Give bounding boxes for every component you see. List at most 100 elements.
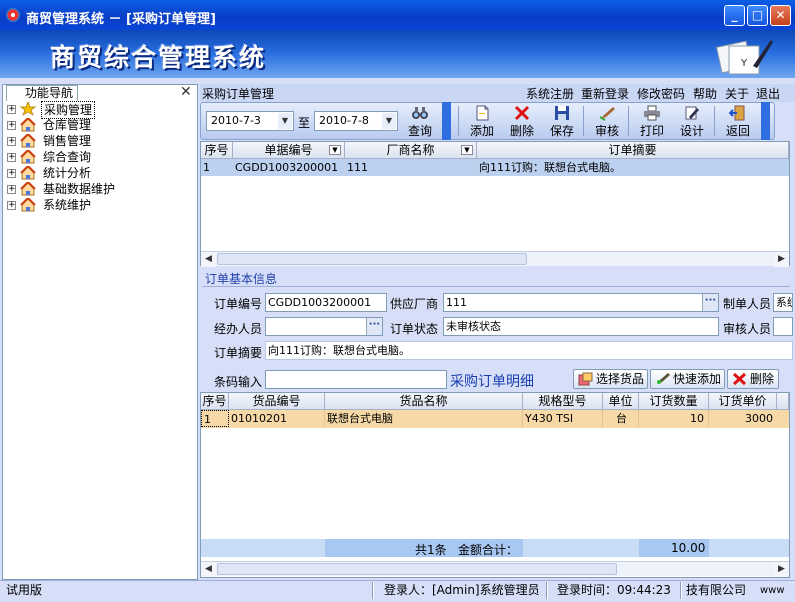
cell-name: 联想台式电脑 [325, 410, 523, 427]
add-label: 添加 [469, 124, 494, 138]
back-button[interactable]: 返回 [718, 104, 758, 138]
handler-field[interactable]: ··· [265, 317, 383, 336]
date-to-select[interactable]: 2010-7-8 ▼ [314, 111, 398, 131]
add-button[interactable]: 添加 [462, 104, 502, 138]
star-icon [20, 102, 36, 116]
status-separator [546, 582, 548, 599]
order-grid-header[interactable]: 序号 [201, 142, 233, 159]
menu-help[interactable]: 帮助 [693, 85, 717, 102]
save-button[interactable]: 保存 [542, 104, 582, 138]
chevron-down-icon[interactable]: ▼ [382, 113, 396, 129]
detail-grid-header[interactable]: 序号 [201, 393, 229, 410]
nav-item-label: 综合查询 [43, 150, 92, 164]
cell-qty: 10 [639, 410, 709, 427]
toolbar-grip[interactable] [442, 102, 451, 140]
auditor-field[interactable] [773, 317, 793, 336]
title-bar[interactable]: 商贸管理系统 － [采购订单管理] _ □ ✕ [0, 0, 795, 30]
scroll-right-icon[interactable]: ▶ [774, 562, 789, 577]
order-no-field[interactable]: CGDD1003200001 [265, 293, 387, 312]
barcode-input[interactable] [265, 370, 447, 389]
menu-change-password[interactable]: 修改密码 [637, 85, 685, 102]
minimize-button[interactable]: _ [724, 5, 745, 26]
close-button[interactable]: ✕ [770, 5, 791, 26]
scroll-thumb[interactable] [217, 253, 527, 265]
cell-code: 01010201 [229, 410, 325, 427]
date-separator: 至 [298, 116, 311, 130]
expand-icon[interactable]: + [7, 121, 16, 130]
supplier-field[interactable]: 111 ··· [443, 293, 719, 312]
design-button[interactable]: 设计 [672, 104, 712, 138]
status-field[interactable]: 未审核状态 [443, 317, 719, 336]
detail-grid-header[interactable]: 订货单价 [709, 393, 777, 410]
scroll-left-icon[interactable]: ◀ [201, 252, 216, 267]
expand-icon[interactable]: + [7, 201, 16, 210]
auditor-label: 审核人员 [723, 322, 772, 336]
query-button[interactable]: 查询 [400, 104, 440, 138]
print-button[interactable]: 打印 [632, 104, 672, 138]
menu-register[interactable]: 系统注册 [526, 85, 574, 102]
nav-item-label: 销售管理 [43, 134, 92, 148]
nav-item[interactable]: + 销售管理 [7, 133, 197, 149]
summary-field[interactable]: 向111订购：联想台式电脑。 [265, 341, 793, 360]
maximize-button[interactable]: □ [747, 5, 768, 26]
horizontal-scrollbar[interactable]: ◀ ▶ [201, 251, 789, 267]
expand-icon[interactable]: + [7, 105, 16, 114]
menu-about[interactable]: 关于 [725, 85, 749, 102]
filter-dropdown-icon[interactable]: ▼ [329, 145, 341, 155]
detail-delete-label: 删除 [750, 372, 775, 386]
filter-dropdown-icon[interactable]: ▼ [461, 145, 473, 155]
house-icon [20, 118, 36, 132]
scroll-thumb[interactable] [217, 563, 617, 575]
supplier-label: 供应厂商 [390, 297, 439, 311]
nav-close-icon[interactable]: ✕ [180, 84, 192, 100]
detail-grid-header[interactable]: 货品名称 [325, 393, 523, 410]
nav-item[interactable]: + 统计分析 [7, 165, 197, 181]
table-row[interactable]: 1 01010201 联想台式电脑 Y430 TSI 台 10 3000 [201, 410, 789, 428]
divider [202, 286, 790, 287]
date-to-value: 2010-7-8 [319, 114, 369, 127]
table-row[interactable]: 1 CGDD1003200001 111 向111订购：联想台式电脑。 [201, 159, 789, 176]
house-icon [20, 150, 36, 164]
order-grid: 序号 单据编号 ▼ 厂商名称 ▼ 订单摘要 1 CGDD1003200001 111… [200, 141, 790, 267]
date-from-select[interactable]: 2010-7-3 ▼ [206, 111, 294, 131]
nav-item[interactable]: + 仓库管理 [7, 117, 197, 133]
expand-icon[interactable]: + [7, 137, 16, 146]
menu-relogin[interactable]: 重新登录 [581, 85, 629, 102]
new-document-icon [476, 105, 489, 121]
order-grid-header[interactable]: 订单摘要 [477, 142, 789, 159]
order-grid-header-label: 厂商名称 [386, 143, 435, 157]
delete-button[interactable]: 删除 [502, 104, 542, 138]
toolbar-grip[interactable] [761, 102, 770, 140]
detail-title: 采购订单明细 [450, 374, 534, 390]
cell-no: 1 [201, 159, 233, 176]
detail-delete-button[interactable]: 删除 [727, 369, 779, 389]
detail-grid-header[interactable]: 规格型号 [523, 393, 603, 410]
detail-grid-header[interactable]: 订货数量 [639, 393, 709, 410]
expand-icon[interactable]: + [7, 185, 16, 194]
expand-icon[interactable]: + [7, 169, 16, 178]
nav-item[interactable]: + 系统维护 [7, 197, 197, 213]
detail-grid-header[interactable]: 单位 [603, 393, 639, 410]
cell-no[interactable]: 1 [201, 410, 229, 427]
horizontal-scrollbar[interactable]: ◀ ▶ [201, 561, 789, 577]
menu-exit[interactable]: 退出 [756, 85, 780, 102]
detail-grid-header[interactable]: 货品编号 [229, 393, 325, 410]
nav-item[interactable]: + 综合查询 [7, 149, 197, 165]
nav-item[interactable]: + 基础数据维护 [7, 181, 197, 197]
quick-add-button[interactable]: 快速添加 [650, 369, 725, 389]
select-goods-button[interactable]: 选择货品 [573, 369, 648, 389]
delete-x-icon [732, 372, 747, 386]
status-separator [680, 582, 682, 599]
scroll-right-icon[interactable]: ▶ [774, 252, 789, 267]
order-grid-header[interactable]: 单据编号 ▼ [233, 142, 345, 159]
order-grid-header[interactable]: 厂商名称 ▼ [345, 142, 477, 159]
nav-item[interactable]: + 采购管理 [7, 101, 197, 119]
ellipsis-icon[interactable]: ··· [366, 318, 382, 335]
audit-button[interactable]: 审核 [587, 104, 627, 138]
nav-tab[interactable]: 功能导航 [6, 85, 78, 101]
scroll-left-icon[interactable]: ◀ [201, 562, 216, 577]
maker-field[interactable]: 系统 [773, 293, 793, 312]
chevron-down-icon[interactable]: ▼ [278, 113, 292, 129]
ellipsis-icon[interactable]: ··· [702, 294, 718, 311]
expand-icon[interactable]: + [7, 153, 16, 162]
